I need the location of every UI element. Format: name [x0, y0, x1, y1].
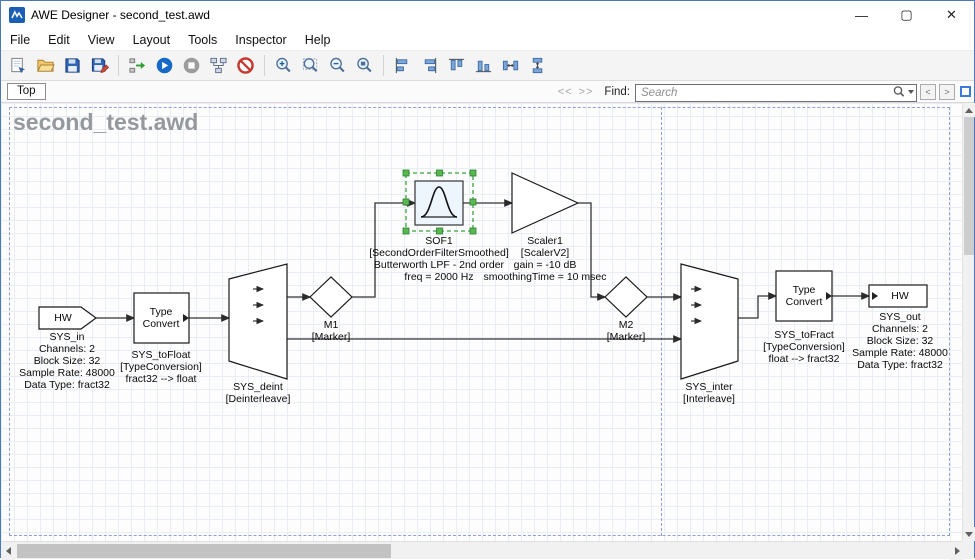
toolbar-separator	[264, 55, 265, 76]
toolbar-separator	[383, 55, 384, 76]
find-label: Find:	[604, 86, 630, 98]
halt-icon[interactable]	[232, 53, 259, 78]
sys-out-shape-label: HW	[891, 290, 909, 302]
vertical-scrollbar[interactable]	[962, 103, 974, 541]
zoom-all-icon[interactable]	[351, 53, 378, 78]
horizontal-scrollbar[interactable]	[1, 541, 964, 559]
block-m2[interactable]	[605, 277, 647, 317]
toolbar	[1, 51, 974, 81]
stop-icon[interactable]	[178, 53, 205, 78]
menu-help[interactable]: Help	[296, 31, 340, 49]
scroll-up-icon[interactable]	[963, 103, 975, 117]
block-scaler1[interactable]	[512, 173, 578, 233]
block-sof1[interactable]	[406, 173, 473, 231]
block-m1[interactable]	[310, 277, 352, 317]
sys-tofloat-shape-label: Type Convert	[135, 306, 187, 330]
search-options-caret-icon[interactable]	[908, 90, 914, 94]
menu-inspector[interactable]: Inspector	[226, 31, 295, 49]
block-sys-inter[interactable]	[681, 264, 738, 379]
corner-button[interactable]	[960, 86, 971, 97]
awe-designer-window: AWE Designer - second_test.awd — ▢ ✕ Fil…	[0, 0, 975, 558]
distribute-vertical-icon[interactable]	[524, 53, 551, 78]
m1-label: M1 [Marker]	[312, 319, 351, 343]
tab-top[interactable]: Top	[7, 83, 46, 100]
search-input[interactable]	[635, 84, 917, 102]
m2-label: M2 [Marker]	[607, 319, 646, 343]
menu-file[interactable]: File	[1, 31, 39, 49]
find-previous-button[interactable]: <	[920, 84, 936, 100]
toolbar-separator	[118, 55, 119, 76]
profile-icon[interactable]	[205, 53, 232, 78]
vertical-scrollbar-thumb[interactable]	[964, 117, 974, 255]
search-box	[635, 83, 917, 101]
window-title: AWE Designer - second_test.awd	[31, 8, 839, 22]
wire[interactable]	[738, 296, 776, 318]
horizontal-scrollbar-thumb[interactable]	[17, 544, 391, 558]
menu-bar: File Edit View Layout Tools Inspector He…	[1, 29, 974, 51]
save-as-icon[interactable]	[86, 53, 113, 78]
awe-logo-icon	[9, 7, 25, 23]
align-bottom-icon[interactable]	[470, 53, 497, 78]
zoom-in-icon[interactable]	[270, 53, 297, 78]
title-bar: AWE Designer - second_test.awd — ▢ ✕	[1, 1, 974, 29]
scroll-down-icon[interactable]	[963, 527, 975, 541]
close-button[interactable]: ✕	[929, 1, 974, 29]
sys-tofract-label: SYS_toFract [TypeConversion] float --> f…	[763, 329, 845, 365]
menu-view[interactable]: View	[79, 31, 124, 49]
build-icon[interactable]	[124, 53, 151, 78]
menu-tools[interactable]: Tools	[179, 31, 226, 49]
sys-in-shape-label: HW	[54, 312, 72, 324]
search-icon[interactable]	[892, 85, 906, 99]
history-back-button[interactable]: <<	[558, 86, 573, 98]
align-left-icon[interactable]	[389, 53, 416, 78]
maximize-button[interactable]: ▢	[884, 1, 929, 29]
sys-deint-label: SYS_deint [Deinterleave]	[226, 381, 291, 405]
sys-tofloat-label: SYS_toFloat [TypeConversion] fract32 -->…	[120, 349, 202, 385]
sys-in-label: SYS_in Channels: 2 Block Size: 32 Sample…	[19, 331, 115, 391]
align-right-icon[interactable]	[416, 53, 443, 78]
minimize-button[interactable]: —	[839, 1, 884, 29]
align-top-icon[interactable]	[443, 53, 470, 78]
new-design-icon[interactable]	[5, 53, 32, 78]
scroll-left-icon[interactable]	[1, 542, 15, 560]
menu-layout[interactable]: Layout	[124, 31, 180, 49]
sys-out-label: SYS_out Channels: 2 Block Size: 32 Sampl…	[852, 311, 948, 371]
play-icon[interactable]	[151, 53, 178, 78]
scaler1-label: Scaler1 [ScalerV2] gain = -10 dB smoothi…	[483, 235, 606, 283]
distribute-horizontal-icon[interactable]	[497, 53, 524, 78]
find-next-button[interactable]: >	[939, 84, 955, 100]
menu-edit[interactable]: Edit	[39, 31, 79, 49]
scrollbar-corner	[962, 541, 974, 559]
sys-tofract-shape-label: Type Convert	[778, 284, 830, 308]
history-forward-button[interactable]: >>	[579, 86, 594, 98]
design-canvas[interactable]: second_test.awd	[1, 103, 964, 541]
save-icon[interactable]	[59, 53, 86, 78]
open-icon[interactable]	[32, 53, 59, 78]
zoom-region-icon[interactable]	[297, 53, 324, 78]
zoom-out-icon[interactable]	[324, 53, 351, 78]
tab-find-row: Top << >> Find: < >	[1, 81, 974, 103]
sys-inter-label: SYS_inter [Interleave]	[683, 381, 735, 405]
